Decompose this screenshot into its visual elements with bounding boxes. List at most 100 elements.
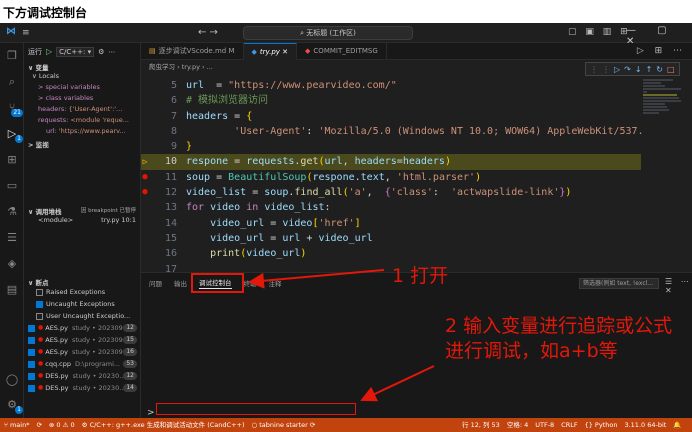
variable-row[interactable]: url: 'https://www.pearv... xyxy=(24,126,140,137)
breakpoint-file-row[interactable]: ● DES.py study • 20230... 12 xyxy=(24,370,140,382)
variable-row[interactable]: requests: <module 'reque... xyxy=(24,115,140,126)
checkbox[interactable] xyxy=(28,324,35,332)
layers-icon[interactable]: ◈ xyxy=(5,257,19,271)
code-line[interactable]: 14 video_url = video['href'] xyxy=(141,216,641,231)
code-line[interactable]: 8 'User-Agent': 'Mozilla/5.0 (Windows NT… xyxy=(141,124,644,139)
checkbox[interactable] xyxy=(28,372,35,380)
drag-handle-icon[interactable]: ⋮⋮ xyxy=(590,65,614,74)
nav-back-forward[interactable]: ← → xyxy=(198,27,218,38)
breakpoints-header[interactable]: ∨ 断点 xyxy=(24,275,140,287)
step-over-icon[interactable]: ↷ xyxy=(624,65,635,74)
status-cursor-pos[interactable]: 行 12, 列 53 xyxy=(462,421,500,429)
extensions-icon[interactable]: ⊞ xyxy=(5,153,19,167)
debug-config-select[interactable]: C/C++: ▾ xyxy=(56,46,95,57)
console-filter-input[interactable]: 筛选器(例如 text, !excl... xyxy=(579,278,659,289)
start-debug-icon[interactable]: ▷ xyxy=(46,47,52,56)
code-line[interactable]: 16 print(video_url) xyxy=(141,246,641,261)
minimap[interactable] xyxy=(643,78,683,268)
code-editor[interactable]: 5 url = "https://www.pearvideo.com/" 6 # 模拟… xyxy=(141,78,644,277)
account-icon[interactable]: ◯ xyxy=(5,373,19,387)
status-sync[interactable]: ⟳ xyxy=(36,421,41,429)
status-indent[interactable]: 空格: 4 xyxy=(507,421,528,429)
status-tabnine[interactable]: ○ tabnine starter ⟳ xyxy=(252,421,316,429)
checkbox[interactable] xyxy=(28,348,35,356)
code-line[interactable]: ● 12 video_list = soup.find_all('a', {'cla… xyxy=(141,185,641,200)
more-icon[interactable]: ⋯ xyxy=(108,48,115,56)
code-line[interactable]: 6 # 模拟浏览器访问 xyxy=(141,93,641,108)
status-branch[interactable]: ⑂ main* xyxy=(4,421,29,429)
code-line[interactable]: 9} xyxy=(141,139,641,154)
status-language[interactable]: {} Python xyxy=(585,421,618,429)
breakpoint-option[interactable]: Raised Exceptions xyxy=(24,286,140,298)
files-icon[interactable]: ❐ xyxy=(5,49,19,63)
breakpoint-option[interactable]: Uncaught Exceptions xyxy=(24,298,140,310)
panel-tab[interactable]: 注释 xyxy=(269,278,282,288)
code-line[interactable]: 7 headers = { xyxy=(141,109,641,124)
code-token: ) xyxy=(300,248,307,260)
breakpoint-file-row[interactable]: ● AES.py study • 202309... 16 xyxy=(24,346,140,358)
console-prompt-icon[interactable]: > xyxy=(147,408,155,418)
breakpoint-file-row[interactable]: ● AES.py study • 202309... 15 xyxy=(24,334,140,346)
restart-icon[interactable]: ↻ xyxy=(656,65,667,74)
breakpoint-file-row[interactable]: ● DES.py study • 20230... 14 xyxy=(24,382,140,394)
menu-button[interactable]: ≡ xyxy=(22,28,30,38)
checkbox[interactable] xyxy=(36,300,43,308)
editor-scrollbar[interactable] xyxy=(686,78,691,268)
locals-scope[interactable]: ∨ Locals xyxy=(24,71,140,82)
checkbox[interactable] xyxy=(36,312,43,320)
current-line-icon[interactable]: ▷ xyxy=(141,154,149,169)
checkbox[interactable] xyxy=(28,360,35,368)
panel-tab[interactable]: 问题 xyxy=(149,278,162,288)
checkbox[interactable] xyxy=(36,288,43,296)
panel-tab[interactable]: 终端 xyxy=(244,278,257,288)
variable-row[interactable]: > special variables xyxy=(24,82,140,93)
status-debug-config[interactable]: ⚙ C/C++: g++.exe 生成和调试活动文件 (CandC++) xyxy=(82,421,245,429)
callstack-header[interactable]: ∨ 调用堆栈 因 breakpoint 已暂停 xyxy=(24,204,140,216)
close-icon[interactable]: ✕ xyxy=(280,48,288,56)
variable-row[interactable]: headers: {'User-Agent':'... xyxy=(24,104,140,115)
code-line[interactable]: 5 url = "https://www.pearvideo.com/" xyxy=(141,78,641,93)
breakpoint-file-row[interactable]: ● cqq.cpp D:\programi... 53 xyxy=(24,358,140,370)
breakpoint-icon[interactable]: ● xyxy=(141,185,149,200)
callstack-frame[interactable]: <module> try.py 10:1 xyxy=(24,215,140,226)
code-line[interactable]: ● 11 soup = BeautifulSoup(respone.text, 'h… xyxy=(141,170,641,185)
search-icon[interactable]: ⌕ xyxy=(5,75,19,89)
checkbox[interactable] xyxy=(28,384,35,392)
status-eol[interactable]: CRLF xyxy=(561,421,577,429)
remote-icon[interactable]: ▭ xyxy=(5,179,19,193)
source-control-icon[interactable]: ⑂ 21 xyxy=(5,101,23,117)
panel-tab[interactable]: 输出 xyxy=(174,278,187,288)
panel-controls[interactable]: ☰ ⋯ ✕ xyxy=(665,277,692,295)
breakpoint-icon[interactable]: ● xyxy=(141,170,149,185)
step-into-icon[interactable]: ↓ xyxy=(635,65,646,74)
checkbox[interactable] xyxy=(28,336,35,344)
settings-gear-icon[interactable]: ⚙ 1 xyxy=(5,398,23,414)
step-out-icon[interactable]: ↑ xyxy=(646,65,657,74)
breakpoint-option[interactable]: User Uncaught Exceptio... xyxy=(24,310,140,322)
breakpoint-file-row[interactable]: ● AES.py study • 202309... 12 xyxy=(24,322,140,334)
tab-md[interactable]: ▤ 逐步调试VScode.md M xyxy=(141,43,244,60)
command-center-search[interactable]: ⌕ 无标题 (工作区) xyxy=(243,26,413,40)
breakpoint-dot-icon: ● xyxy=(38,360,44,367)
status-encoding[interactable]: UTF-8 xyxy=(535,421,554,429)
database-icon[interactable]: ☰ xyxy=(5,231,19,245)
continue-icon[interactable]: ▷ xyxy=(614,65,624,74)
tab-git[interactable]: ◆ COMMIT_EDITMSG xyxy=(297,43,387,60)
variable-row[interactable]: > class variables xyxy=(24,93,140,104)
run-debug-icon[interactable]: ▷ 1 xyxy=(5,127,23,143)
editor-actions[interactable]: ▷ ⊞ ⋯ xyxy=(631,43,692,59)
watch-header[interactable]: > 监视 xyxy=(24,137,140,149)
variables-header[interactable]: ∨ 变量 xyxy=(24,60,140,72)
code-line[interactable]: 13 for video in video_list: xyxy=(141,200,641,215)
status-interpreter[interactable]: 3.11.0 64-bit xyxy=(624,421,666,429)
status-problems[interactable]: ⊗ 0 ⚠ 0 xyxy=(49,421,75,429)
code-line[interactable]: ▷ 10 respone = requests.get(url, headers=h… xyxy=(141,154,641,170)
tab-py[interactable]: ◆ try.py ✕ xyxy=(243,43,298,60)
code-line[interactable]: 15 video_url = url + video_url xyxy=(141,231,641,246)
layout-icons[interactable]: ▢ ▣ ▥ ⊞ xyxy=(568,27,631,37)
stop-icon[interactable]: □ xyxy=(667,65,679,74)
docker-icon[interactable]: ▤ xyxy=(5,283,19,297)
status-notifications[interactable]: 🔔 xyxy=(673,421,681,429)
testing-icon[interactable]: ⚗ xyxy=(5,205,19,219)
gear-icon[interactable]: ⚙ xyxy=(98,48,104,56)
